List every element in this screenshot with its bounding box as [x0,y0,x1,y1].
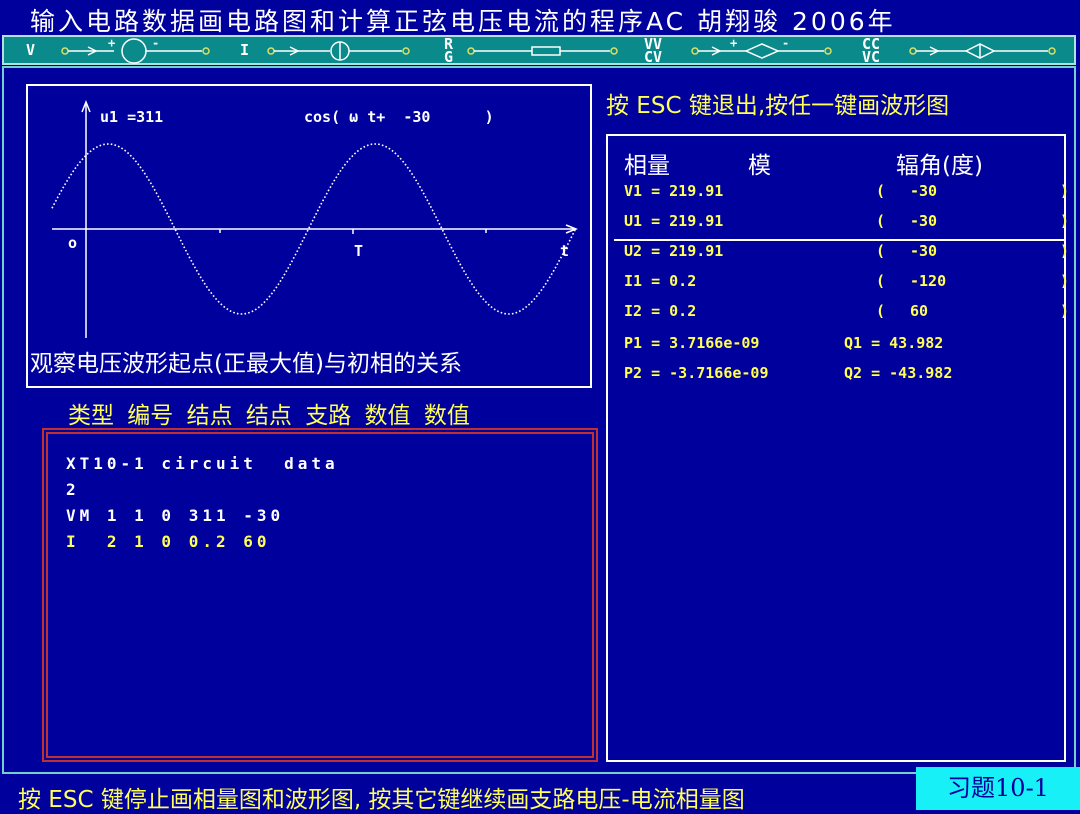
exercise-tag: 习题10-1 [916,767,1080,810]
circuit-data-line[interactable]: VM 1 1 0 311 -30 [66,506,284,525]
svg-text:-: - [152,37,159,50]
active-power: P1 = 3.7166e-09 [624,334,760,352]
phasor-close-paren: ) [1060,212,1070,230]
voltage-source-icon[interactable]: + - [60,37,220,65]
resistor-icon[interactable] [466,37,626,65]
title-bar: 输入电路数据画电路图和计算正弦电压电流的程序AC 胡翔骏 2006年 [0,0,1080,36]
phasor-close-paren: ) [1060,182,1070,200]
time-label: t [560,242,569,260]
modulus-column-header: 模 [748,153,771,179]
circuit-data-line[interactable]: XT10-1 circuit data [66,454,339,473]
power-row: P1 = 3.7166e-09 Q1 = 43.982 [624,334,1064,358]
phasor-results-panel: 相量 模 辐角(度) V1 = 219.91 ( -30) U1 = 219.91 ( -… [606,134,1069,762]
phasor-name: V1 = 219.91 [624,182,724,200]
phasor-open-paren: ( [876,212,886,230]
phasor-open-paren: ( [876,242,886,260]
current-source-icon[interactable] [266,37,416,65]
waveform-plot: u1 =311 cos( ω t+ -30 ) o T t [51,99,579,338]
amplitude-label: u1 =311 [100,108,163,126]
phasor-angle: -30 [910,212,938,230]
waveform-panel: u1 =311 cos( ω t+ -30 ) o T t [26,84,592,388]
circuit-data-line[interactable]: I 2 1 0 0.2 60 [66,532,271,551]
waveform-caption: 观察电压波形起点(正最大值)与初相的关系 [30,351,462,377]
conductance-label: G [444,48,454,66]
phasor-close-paren: ) [1060,272,1070,290]
phasor-open-paren: ( [876,302,886,320]
esc-exit-hint: 按 ESC 键退出,按任一键画波形图 [606,93,950,119]
phasor-name: U2 = 219.91 [624,242,724,260]
phasor-angle: -120 [910,272,947,290]
phasor-name: I2 = 0.2 [624,302,697,320]
active-power: P2 = -3.7166e-09 [624,364,769,382]
ccvs-label: CV [644,48,663,66]
circuit-data-line[interactable]: 2 [66,480,80,499]
phasor-close-paren: ) [1060,242,1070,260]
phasor-open-paren: ( [876,182,886,200]
svg-text:+: + [108,37,115,50]
phasor-open-paren: ( [876,272,886,290]
dependent-current-source-icon[interactable] [908,37,1068,65]
circuit-data-panel[interactable]: XT10-1 circuit data 2 VM 1 1 0 311 -30 I 2 … [42,428,598,762]
phasor-row: U2 = 219.91 ( -30) [624,242,1069,266]
reactive-power: Q2 = -43.982 [844,364,953,382]
phasor-angle: -30 [910,242,938,260]
phasor-row: I2 = 0.2 (60) [624,302,1069,326]
voltage-source-label: V [26,41,36,59]
phasor-divider [614,239,1064,241]
app-title: 输入电路数据画电路图和计算正弦电压电流的程序AC 胡翔骏 2006年 [30,7,896,36]
phasor-row: I1 = 0.2 ( -120) [624,272,1069,296]
data-column-headers: 类型 编号 结点 结点 支路 数值 数值 [68,403,470,429]
current-source-label: I [240,41,250,59]
phasor-column-header: 相量 [624,153,670,179]
element-toolbar[interactable]: V + - I R G VV CV + - CC VC [2,35,1076,65]
phasor-row: V1 = 219.91 ( -30) [624,182,1069,206]
phasor-angle: 60 [910,302,929,320]
phasor-name: U1 = 219.91 [624,212,724,230]
phasor-close-paren: ) [1060,302,1070,320]
svg-text:-: - [782,37,789,50]
angle-column-header: 辐角(度) [896,153,983,179]
phasor-angle: -30 [910,182,938,200]
reactive-power: Q1 = 43.982 [844,334,944,352]
origin-label: o [68,234,77,252]
svg-text:+: + [730,37,737,50]
phasor-name: I1 = 0.2 [624,272,697,290]
period-label: T [354,242,363,260]
cos-label: cos( ω t+ -30 ) [304,108,494,126]
phasor-row: U1 = 219.91 ( -30) [624,212,1069,236]
power-row: P2 = -3.7166e-09 Q2 = -43.982 [624,364,1064,388]
dependent-voltage-source-icon[interactable]: + - [690,37,840,65]
vccs-label: VC [862,48,881,66]
esc-stop-hint: 按 ESC 键停止画相量图和波形图, 按其它键继续画支路电压-电流相量图 [18,787,745,813]
